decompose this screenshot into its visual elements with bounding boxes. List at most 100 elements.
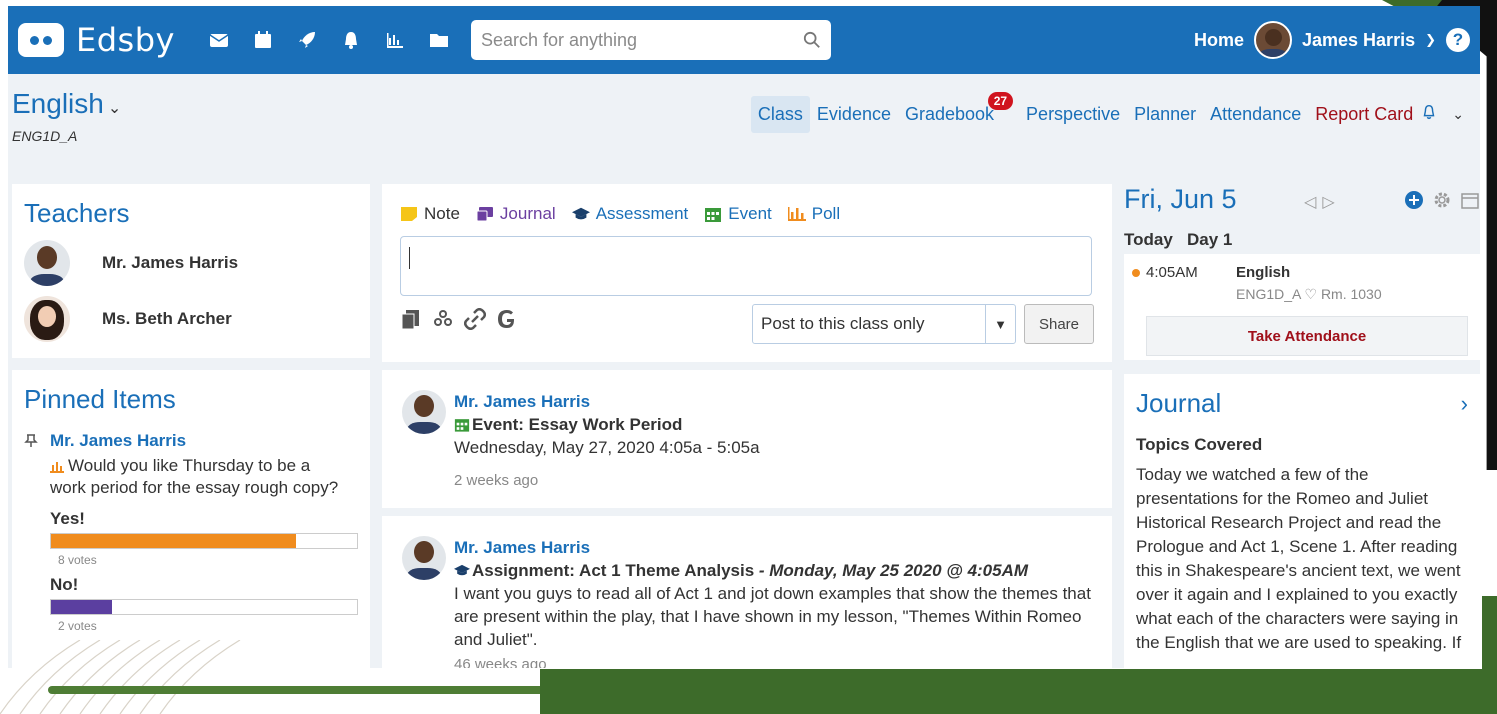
pin-icon[interactable] (24, 434, 38, 448)
green-band-decoration (540, 669, 1497, 714)
tabs-more-chevron-icon[interactable]: ⌄ (1452, 106, 1464, 123)
tab-report-card[interactable]: Report Card (1308, 96, 1420, 133)
teacher-name: Mr. James Harris (102, 253, 239, 272)
tab-evidence[interactable]: Evidence (810, 96, 898, 133)
link-icon[interactable] (464, 308, 486, 330)
post-author[interactable]: Mr. James Harris (454, 390, 1098, 413)
hatch-decoration (0, 640, 241, 714)
share-button[interactable]: Share (1024, 304, 1094, 344)
poll-option-label[interactable]: No! (50, 575, 358, 595)
teacher-row[interactable]: Ms. Beth Archer (24, 295, 358, 343)
calendar-date: Fri, Jun 5 (1124, 184, 1237, 214)
next-day-icon[interactable]: ▷ (1322, 194, 1340, 211)
tab-planner[interactable]: Planner (1127, 96, 1203, 133)
chevron-down-icon: ⌄ (107, 100, 122, 117)
class-selector[interactable]: English ⌄ (12, 88, 121, 120)
post-audience-value: Post to this class only (761, 314, 925, 333)
post-author[interactable]: Mr. James Harris (454, 536, 1098, 559)
feed-post[interactable]: Mr. James Harris Assignment: Act 1 Theme… (382, 516, 1112, 668)
poll-option-bar[interactable] (50, 599, 358, 615)
poll-question-text: Would you like Thursday to be a work per… (50, 456, 339, 497)
poll-option-bar[interactable] (50, 533, 358, 549)
day-cycle-label: Day 1 (1186, 230, 1233, 249)
take-attendance-button[interactable]: Take Attendance (1146, 316, 1468, 356)
gradebook-count-badge: 27 (987, 92, 1014, 110)
post-title[interactable]: Event: Essay Work Period (454, 413, 1098, 436)
author-avatar[interactable] (402, 390, 446, 434)
post-title-text: Assignment: Act 1 Theme Analysis (472, 561, 755, 580)
topics-covered-label: Topics Covered (1136, 435, 1263, 454)
app-logo-text[interactable]: Edsby (76, 21, 175, 59)
class-code: ENG1D_A (12, 128, 78, 144)
user-name-menu[interactable]: James Harris (1302, 30, 1415, 51)
post-type-assessment[interactable]: Assessment (571, 204, 689, 224)
pinned-items-title: Pinned Items (24, 384, 176, 414)
prev-day-icon[interactable]: ◁ (1304, 194, 1322, 211)
search-box[interactable] (470, 20, 831, 60)
poll-vote-count: 2 votes (58, 619, 97, 633)
journal-panel: Journal › Topics Covered Today we watche… (1124, 374, 1480, 668)
tab-attendance[interactable]: Attendance (1203, 96, 1308, 133)
text-cursor (409, 247, 410, 269)
chevron-right-icon[interactable]: › (1461, 391, 1468, 417)
chart-icon[interactable] (384, 30, 406, 50)
entry-code: ENG1D_A (1236, 286, 1301, 302)
graduation-cap-icon (454, 564, 470, 576)
calendar-entry[interactable]: 4:05AM English ENG1D_A ♡ Rm. 1030 Take A… (1124, 254, 1480, 360)
teachers-panel: Teachers Mr. James Harris Ms. Beth Arche… (12, 184, 370, 358)
search-input[interactable] (480, 29, 803, 51)
post-type-label: Assessment (595, 204, 689, 223)
event-dot (1132, 269, 1140, 277)
calendar-view-icon[interactable] (1460, 190, 1480, 210)
post-type-journal[interactable]: Journal (476, 204, 556, 224)
tab-class[interactable]: Class (750, 96, 810, 133)
entry-time: 4:05AM (1146, 264, 1198, 281)
chevron-down-icon[interactable]: ▼ (985, 305, 1015, 343)
messages-icon[interactable] (208, 30, 230, 50)
search-icon[interactable] (803, 31, 821, 49)
folder-icon[interactable] (428, 30, 450, 50)
teacher-row[interactable]: Mr. James Harris (24, 239, 358, 287)
poll-option-label[interactable]: Yes! (50, 509, 358, 529)
journal-icon (476, 207, 493, 222)
post-type-note[interactable]: Note (400, 204, 460, 224)
post-type-poll[interactable]: Poll (787, 204, 840, 224)
class-tabs: Class Evidence Gradebook 27 Perspective … (750, 92, 1464, 133)
poll-bar-fill (51, 600, 113, 614)
home-link[interactable]: Home (1194, 30, 1244, 51)
tab-perspective[interactable]: Perspective (1019, 96, 1127, 133)
post-type-bar: Note Journal Assessment Event Poll (400, 204, 1094, 224)
post-title[interactable]: Assignment: Act 1 Theme Analysis - Monda… (454, 559, 1098, 582)
composer-tools (400, 308, 518, 330)
gear-icon[interactable] (1432, 190, 1452, 210)
chevron-down-icon[interactable]: ❯ (1425, 32, 1436, 48)
attach-file-icon[interactable] (400, 308, 422, 330)
user-avatar[interactable] (1254, 21, 1292, 59)
poll-question: Would you like Thursday to be a work per… (50, 455, 350, 499)
help-icon[interactable]: ? (1446, 28, 1470, 52)
post-type-event[interactable]: Event (704, 204, 772, 224)
rocket-icon[interactable] (296, 30, 318, 50)
calendar-icon[interactable] (252, 30, 274, 50)
journal-title[interactable]: Journal (1136, 388, 1221, 419)
pinned-items-panel: Pinned Items Mr. James Harris Would you … (12, 370, 370, 668)
pinned-author[interactable]: Mr. James Harris (24, 431, 358, 451)
post-type-label: Note (424, 204, 460, 223)
google-drive-icon[interactable] (496, 308, 518, 330)
add-event-icon[interactable] (1404, 190, 1424, 210)
share-network-icon[interactable] (432, 308, 454, 330)
post-type-label: Event (728, 204, 772, 223)
bell-icon[interactable] (340, 30, 362, 50)
teacher-avatar (24, 296, 70, 342)
poll-icon (50, 456, 68, 475)
feed-post[interactable]: Mr. James Harris Event: Essay Work Perio… (382, 370, 1112, 508)
journal-text: Today we watched a few of the presentati… (1136, 465, 1462, 652)
post-audience-select[interactable]: Post to this class only ▼ (752, 304, 1016, 344)
class-bell-icon[interactable] (1420, 103, 1438, 126)
tab-gradebook[interactable]: Gradebook 27 (898, 92, 1014, 133)
author-avatar[interactable] (402, 536, 446, 580)
post-detail: I want you guys to read all of Act 1 and… (454, 584, 1091, 649)
post-title-text: Event: Essay Work Period (472, 415, 683, 434)
post-text-input[interactable] (400, 236, 1092, 296)
edsby-logo-icon[interactable] (18, 23, 64, 57)
